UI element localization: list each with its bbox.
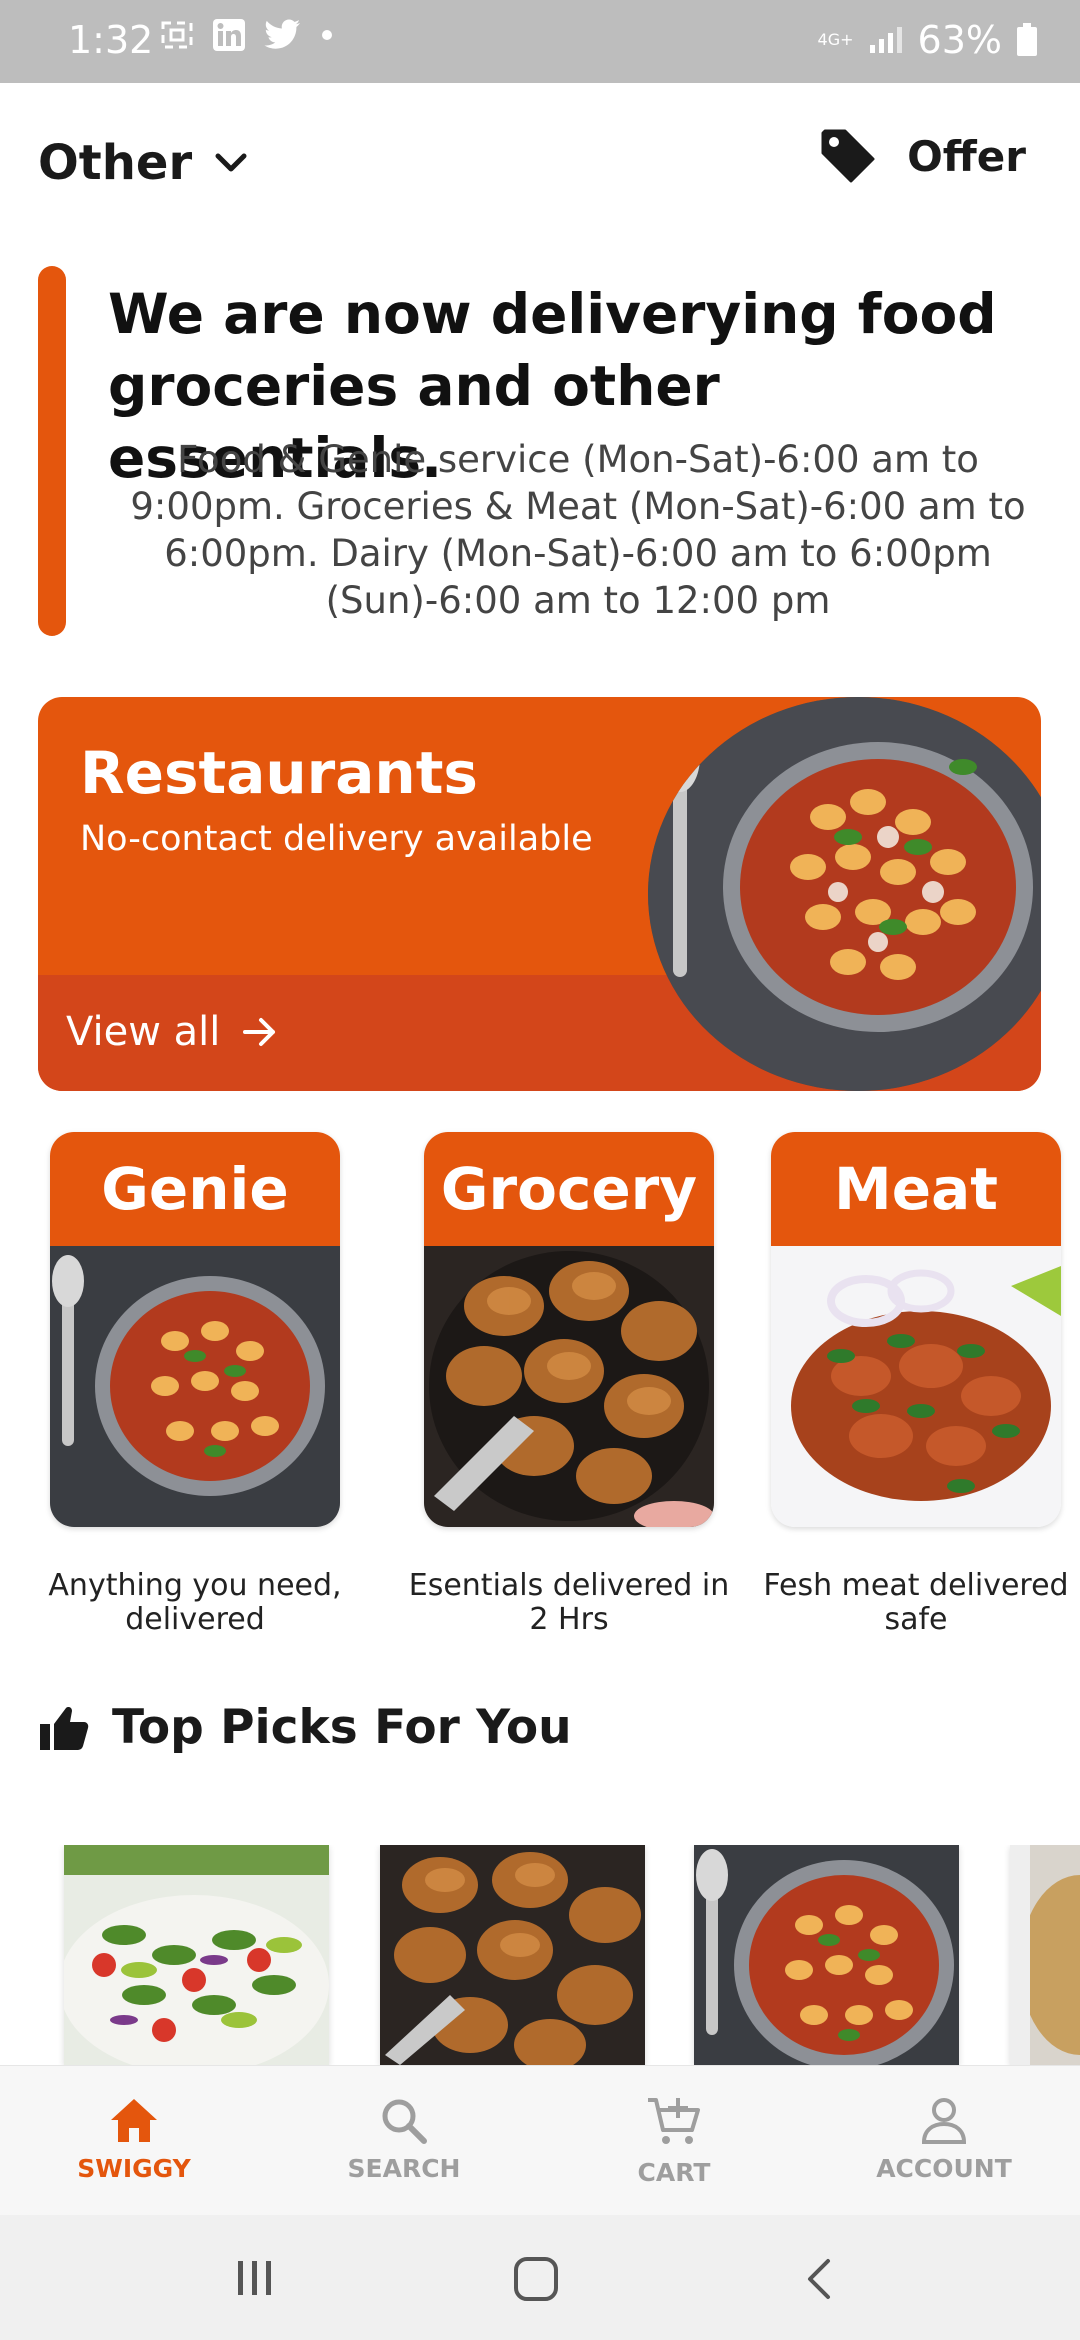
category-description: Anything you need, delivered <box>48 1568 342 1637</box>
category-description: Esentials delivered in 2 Hrs <box>408 1568 730 1637</box>
account-icon <box>921 2098 967 2144</box>
nav-label: ACCOUNT <box>876 2154 1012 2183</box>
notice-accent-bar <box>38 266 66 636</box>
chevron-down-icon <box>215 153 247 172</box>
signal-icon <box>869 27 902 53</box>
category-card[interactable]: Meat <box>771 1132 1061 1527</box>
nav-label: SEARCH <box>347 2154 461 2183</box>
home-icon <box>111 2099 157 2142</box>
location-label: Other <box>38 135 193 191</box>
nav-label: CART <box>637 2158 711 2187</box>
nav-cart[interactable]: CART <box>574 2096 774 2187</box>
nav-swiggy[interactable]: SWIGGY <box>34 2096 234 2183</box>
app-header: Other Offer <box>0 83 1080 243</box>
top-pick-item[interactable] <box>380 1845 645 2065</box>
restaurants-card[interactable]: Restaurants No-contact delivery availabl… <box>38 697 1041 1091</box>
category-title: Grocery <box>424 1132 714 1246</box>
restaurants-title: Restaurants <box>80 739 478 807</box>
grocery-food-image <box>424 1246 714 1527</box>
status-bar: 1:32 4G+ 63% <box>0 0 1080 83</box>
tag-icon <box>821 129 875 183</box>
thumbs-up-icon <box>40 1706 89 1750</box>
top-pick-item[interactable] <box>694 1845 959 2065</box>
home-button-icon[interactable] <box>512 2255 560 2303</box>
top-picks-title: Top Picks For You <box>112 1700 572 1755</box>
genie-food-image <box>50 1246 340 1527</box>
dot-icon <box>322 30 332 40</box>
view-all-button[interactable]: View all <box>66 1009 278 1055</box>
notification-icons <box>160 18 334 52</box>
salad-image <box>64 1845 329 2065</box>
offer-label: Offer <box>907 131 1026 181</box>
nav-search[interactable]: SEARCH <box>304 2096 504 2183</box>
recent-apps-icon[interactable] <box>232 2255 278 2301</box>
twitter-icon <box>264 19 300 49</box>
back-icon[interactable] <box>800 2255 838 2303</box>
top-pick-item[interactable] <box>1010 1845 1080 2065</box>
restaurants-subtitle: No-contact delivery available <box>80 819 593 859</box>
nav-account[interactable]: ACCOUNT <box>844 2096 1044 2183</box>
category-description: Fesh meat delivered safe <box>763 1568 1069 1637</box>
status-right: 4G+ 63% <box>818 18 1038 62</box>
linkedin-icon <box>213 19 245 51</box>
network-type: 4G+ <box>817 30 854 49</box>
battery-percent: 63% <box>917 18 1002 62</box>
category-card[interactable]: Grocery <box>424 1132 714 1527</box>
category-cards: Genie Anything you need, delivered Groce… <box>0 1132 1080 1652</box>
category-title: Meat <box>771 1132 1061 1246</box>
search-icon <box>382 2099 427 2144</box>
category-genie[interactable]: Genie Anything you need, delivered <box>48 1132 342 1637</box>
status-time: 1:32 <box>68 18 154 62</box>
screenshot-icon <box>161 21 193 49</box>
delivery-notice: We are now deliverying food groceries an… <box>38 266 1048 636</box>
battery-icon <box>1017 23 1037 56</box>
top-pick-item[interactable] <box>64 1845 329 2065</box>
notice-body: Food & Genie service (Mon-Sat)-6:00 am t… <box>130 438 1026 622</box>
meat-food-image <box>771 1246 1061 1527</box>
nav-label: SWIGGY <box>77 2154 191 2183</box>
chicken-image <box>380 1845 645 2065</box>
system-navigation-bar <box>0 2215 1080 2340</box>
gnocchi-image <box>694 1845 959 2065</box>
category-title: Genie <box>50 1132 340 1246</box>
arrow-right-icon <box>243 1018 276 1046</box>
top-picks-header: Top Picks For You <box>38 1700 572 1755</box>
location-selector[interactable]: Other <box>38 135 248 191</box>
view-all-label: View all <box>66 1009 221 1055</box>
offer-button[interactable]: Offer <box>819 127 1026 185</box>
bottom-navigation: SWIGGY SEARCH CART ACCOUNT <box>0 2065 1080 2215</box>
category-grocery[interactable]: Grocery Esentials delivered in 2 Hrs <box>409 1132 729 1637</box>
cart-icon <box>648 2098 700 2144</box>
category-card[interactable]: Genie <box>50 1132 340 1527</box>
top-picks-carousel[interactable] <box>0 1845 1080 2065</box>
partial-food-image <box>1010 1845 1080 2065</box>
category-meat[interactable]: Meat Fesh meat delivered safe <box>763 1132 1069 1637</box>
